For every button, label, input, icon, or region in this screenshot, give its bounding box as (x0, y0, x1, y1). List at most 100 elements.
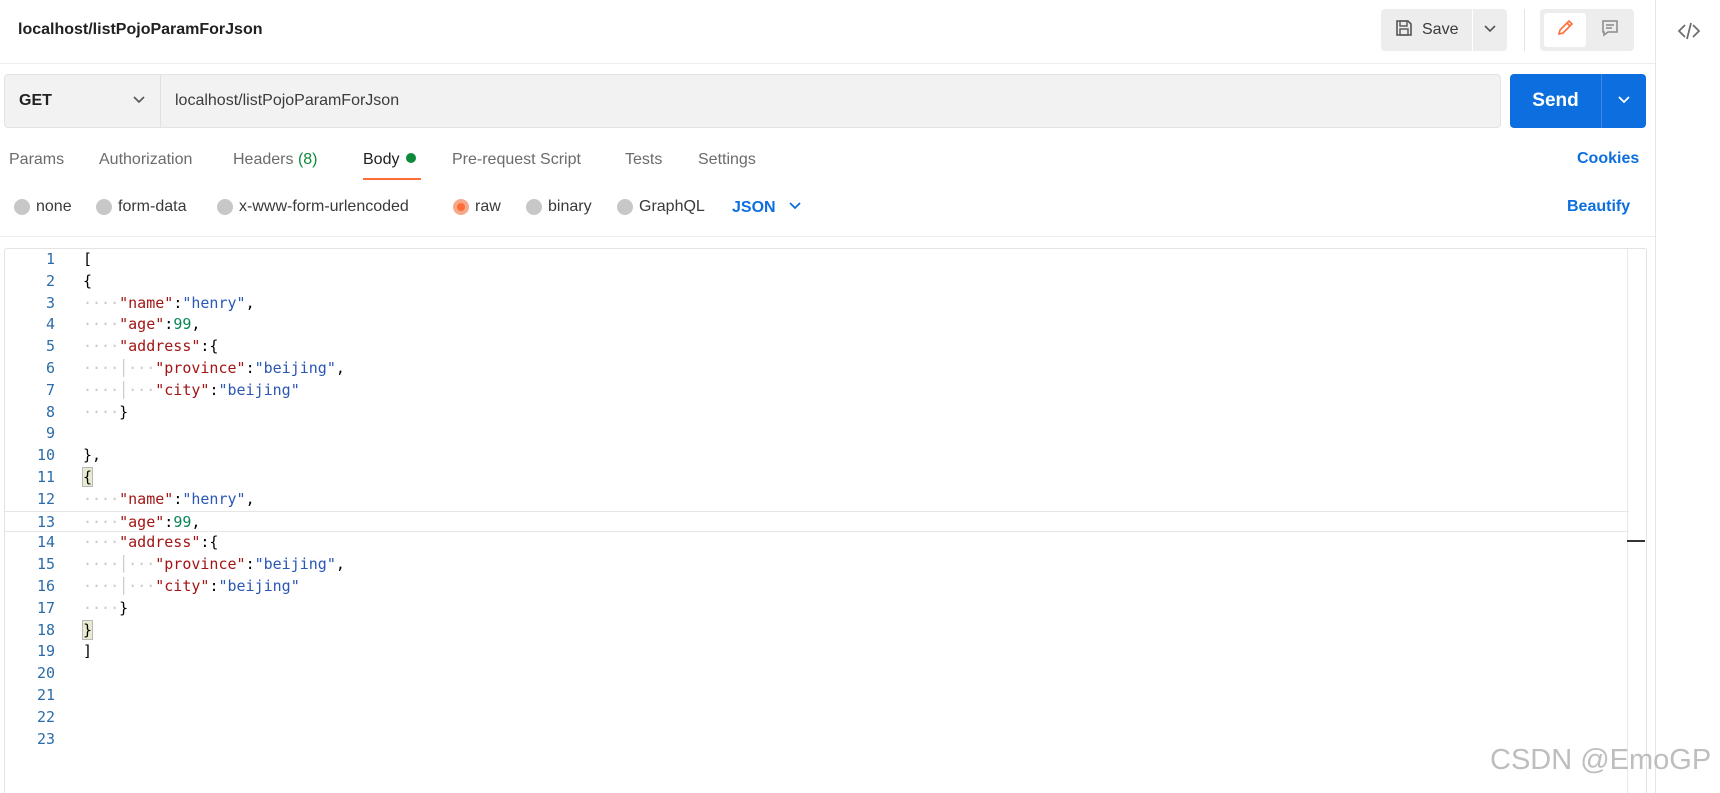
code-snippet-icon[interactable] (1677, 19, 1701, 43)
chevron-down-icon (1617, 92, 1631, 111)
radio-graphql[interactable]: GraphQL (617, 198, 705, 216)
tab-prerequest-label: Pre-request Script (452, 151, 581, 168)
line-number: 13 (36, 512, 55, 531)
radio-form-data-label: form-data (118, 198, 187, 215)
line-number: 7 (45, 380, 55, 399)
url-bar: GET (4, 74, 1501, 128)
line-code: ····} (83, 402, 129, 421)
request-header: localhost/listPojoParamForJson Save (0, 0, 1655, 64)
header-divider (1524, 9, 1525, 51)
tab-settings-label: Settings (698, 151, 756, 168)
editor-line: 10}, (5, 445, 1629, 467)
send-options-button[interactable] (1602, 74, 1646, 128)
cookies-link[interactable]: Cookies (1577, 150, 1639, 168)
tab-tests-label: Tests (625, 151, 663, 168)
line-code: ····"address":{ (83, 533, 219, 552)
line-number: 5 (45, 337, 55, 356)
editor-line: 6 ····│···"province":"beijing", (5, 358, 1629, 380)
main-panel: localhost/listPojoParamForJson Save GET … (0, 0, 1655, 793)
radio-raw[interactable]: raw (453, 198, 501, 216)
tab-body-label: Body (363, 151, 400, 168)
line-number: 19 (36, 642, 55, 661)
line-number: 15 (36, 555, 55, 574)
pencil-icon (1555, 18, 1575, 43)
right-sidebar (1655, 0, 1720, 793)
editor-line: 5 ····"address":{ (5, 336, 1629, 358)
tab-headers[interactable]: Headers (8) (233, 150, 318, 182)
line-number: 8 (45, 402, 55, 421)
line-code: ····"name":"henry", (83, 293, 255, 312)
radio-graphql-label: GraphQL (639, 198, 705, 215)
radio-selected-icon (453, 199, 469, 215)
view-mode-toggle (1540, 9, 1634, 51)
send-button[interactable]: Send (1510, 74, 1602, 128)
watermark: CSDN @EmoGP (1490, 744, 1712, 776)
language-label: JSON (732, 198, 776, 216)
tab-pre-request-script[interactable]: Pre-request Script (452, 150, 581, 182)
radio-urlencoded[interactable]: x-www-form-urlencoded (217, 198, 409, 216)
active-tab-indicator (363, 178, 421, 180)
editor-line: 12 ····"name":"henry", (5, 489, 1629, 511)
line-number: 4 (45, 315, 55, 334)
line-code: [ (83, 250, 93, 268)
headers-count-badge: (8) (297, 151, 318, 168)
line-code: ····│···"city":"beijing" (83, 576, 300, 595)
chevron-down-icon (132, 92, 146, 111)
tab-tests[interactable]: Tests (625, 150, 662, 182)
radio-raw-label: raw (475, 198, 501, 215)
tab-settings[interactable]: Settings (698, 150, 756, 182)
line-code: ] (83, 642, 93, 661)
line-number: 17 (36, 598, 55, 617)
divider (0, 236, 1655, 237)
line-number: 16 (36, 576, 55, 595)
editor-line: 3 ····"name":"henry", (5, 293, 1629, 315)
url-input[interactable] (161, 75, 1500, 127)
line-code: } (81, 619, 94, 640)
language-select[interactable]: JSON (732, 198, 802, 217)
save-group: Save (1381, 9, 1507, 51)
line-number: 11 (36, 467, 55, 486)
editor-line: 4 ····"age":99, (5, 314, 1629, 336)
beautify-button[interactable]: Beautify (1567, 198, 1630, 216)
save-options-button[interactable] (1473, 9, 1507, 51)
line-number: 23 (36, 729, 55, 748)
scrollbar-cursor-marker (1627, 540, 1645, 542)
chevron-down-icon (788, 198, 802, 217)
editor-line: 2{ (5, 271, 1629, 293)
save-icon (1394, 18, 1414, 43)
radio-none[interactable]: none (14, 198, 72, 216)
editor-line-current: 13 ····"age":99, (5, 510, 1629, 533)
body-status-dot (406, 153, 417, 163)
method-select[interactable]: GET (5, 75, 161, 127)
tab-authorization[interactable]: Authorization (99, 150, 192, 182)
editor-line: 7 ····│···"city":"beijing" (5, 380, 1629, 402)
line-code: ····│···"province":"beijing", (83, 358, 345, 377)
radio-none-label: none (36, 198, 72, 215)
editor-line: 20 (5, 663, 1629, 685)
line-number: 22 (36, 707, 55, 726)
line-number: 12 (36, 489, 55, 508)
radio-icon (14, 199, 30, 215)
editor-line: 9 (5, 423, 1629, 445)
radio-binary[interactable]: binary (526, 198, 592, 216)
request-title[interactable]: localhost/listPojoParamForJson (18, 21, 263, 39)
editor-line: 21 (5, 685, 1629, 707)
tab-authorization-label: Authorization (99, 151, 193, 168)
radio-icon (96, 199, 112, 215)
code-editor[interactable]: 1[ 2{ 3 ····"name":"henry", 4 ····"age":99… (4, 248, 1647, 793)
tab-params[interactable]: Params (9, 150, 64, 182)
edit-mode-button[interactable] (1544, 13, 1586, 47)
line-code: ····"name":"henry", (83, 489, 255, 508)
save-button[interactable]: Save (1381, 9, 1473, 51)
radio-binary-label: binary (548, 198, 592, 215)
editor-lines: 1[ 2{ 3 ····"name":"henry", 4 ····"age":99… (5, 249, 1629, 750)
line-number: 3 (45, 293, 55, 312)
radio-form-data[interactable]: form-data (96, 198, 186, 216)
send-group: Send (1510, 74, 1646, 128)
editor-scrollbar[interactable] (1627, 249, 1645, 793)
line-number: 6 (45, 358, 55, 377)
line-code: { (81, 466, 94, 487)
comment-mode-button[interactable] (1590, 13, 1630, 47)
tab-headers-label: Headers (233, 151, 294, 168)
editor-line: 22 (5, 707, 1629, 729)
